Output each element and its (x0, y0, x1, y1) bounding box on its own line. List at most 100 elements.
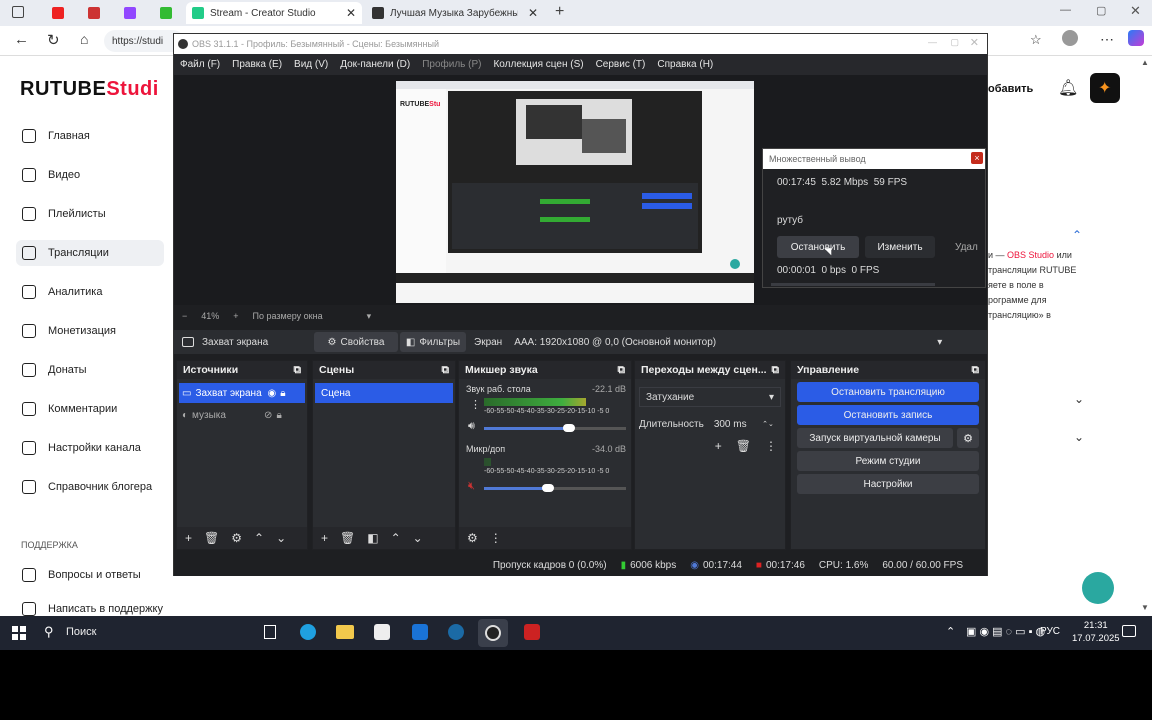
maximize-icon[interactable]: ▢ (950, 37, 959, 48)
trash-icon[interactable]: 🗑︎ (204, 531, 219, 545)
explorer-icon[interactable] (336, 625, 354, 639)
windows-start-icon[interactable] (12, 626, 26, 640)
url-field[interactable]: https://studi (104, 30, 184, 52)
volume-slider-desktop[interactable] (484, 424, 626, 432)
control-button-2[interactable]: Запуск виртуальной камеры (797, 428, 953, 448)
more-vertical-icon[interactable]: ⋮ (470, 398, 481, 411)
filters-button[interactable]: ◧ Фильтры (400, 332, 466, 352)
add-icon[interactable]: + (185, 531, 192, 545)
preview-canvas[interactable]: RUTUBEStu (396, 81, 754, 303)
menu-item-5[interactable]: Коллекция сцен (S) (487, 59, 589, 70)
move-down-icon[interactable]: ⌄ (276, 531, 286, 545)
menu-item-6[interactable]: Сервис (T) (590, 59, 652, 70)
close-icon[interactable]: ✕ (970, 36, 979, 49)
sidebar-item-9[interactable]: Справочник блогера (16, 474, 164, 500)
lock-icon[interactable]: 🔒︎ (276, 410, 281, 421)
back-icon[interactable]: ← (14, 31, 29, 48)
undock-icon[interactable]: ⧉ (294, 364, 302, 377)
sidebar-item-5[interactable]: Монетизация (16, 318, 164, 344)
tab-icon[interactable] (160, 7, 172, 19)
sidebar-item-8[interactable]: Настройки канала (16, 435, 164, 461)
page-scrollbar[interactable]: ▲ ▼ (1141, 58, 1149, 612)
clock[interactable]: 21:31 17.07.2025 (1072, 619, 1120, 645)
edge-icon[interactable] (300, 624, 316, 640)
control-button-1[interactable]: Остановить запись (797, 405, 979, 425)
minimize-icon[interactable]: — (1060, 4, 1071, 16)
edit-output-button[interactable]: Изменить (865, 236, 935, 258)
control-button-4[interactable]: Настройки (797, 474, 979, 494)
menu-item-1[interactable]: Правка (E) (226, 59, 288, 70)
rutube-logo[interactable]: RUTUBEStudi (20, 78, 159, 101)
channel-avatar[interactable]: ✦ (1090, 73, 1120, 103)
bell-icon[interactable]: 🔔︎ (1058, 78, 1078, 98)
virtual-camera-gear-icon[interactable]: ⚙ (957, 428, 979, 448)
tab-stream-creator-studio[interactable]: Stream - Creator Studio ✕ (186, 2, 362, 24)
gear-icon[interactable]: ⚙ (231, 531, 242, 545)
mixer-settings-icon[interactable]: ⚙ (467, 531, 478, 545)
add-icon[interactable]: + (321, 531, 328, 545)
fit-select[interactable]: По размеру окна ▾ (253, 311, 372, 322)
stepper-icon[interactable]: ⌃⌄ (762, 420, 774, 428)
more-vertical-icon[interactable]: ⋮ (490, 531, 502, 545)
zoom-out-button[interactable]: − (182, 311, 187, 321)
obs-taskbar-button[interactable] (478, 619, 508, 647)
more-icon[interactable]: ⋯ (1100, 31, 1114, 48)
close-icon[interactable]: × (971, 152, 983, 164)
tab-music[interactable]: Лучшая Музыка Зарубежные пе ✕ (366, 2, 544, 24)
tray-icons[interactable]: ▣ ◉ ▤ ◌ ▭ ▪ ◍ (966, 625, 1045, 638)
menu-item-0[interactable]: Файл (F) (174, 59, 226, 70)
undock-icon[interactable]: ⧉ (772, 364, 780, 377)
move-down-icon[interactable]: ⌄ (413, 531, 423, 545)
volume-slider-mic[interactable] (484, 484, 626, 492)
menu-item-3[interactable]: Док-панели (D) (334, 59, 416, 70)
close-tab-icon[interactable]: ✕ (528, 6, 538, 20)
menu-item-2[interactable]: Вид (V) (288, 59, 334, 70)
control-button-0[interactable]: Остановить трансляцию (797, 382, 979, 402)
zoom-in-button[interactable]: + (233, 311, 238, 321)
add-icon[interactable]: + (715, 439, 722, 453)
tab-icon[interactable] (88, 7, 100, 19)
steam-icon[interactable] (448, 624, 464, 640)
move-up-icon[interactable]: ⌃ (391, 531, 401, 545)
undock-icon[interactable]: ⧉ (972, 364, 980, 377)
eye-hidden-icon[interactable]: ⊘ (264, 410, 272, 421)
undock-icon[interactable]: ⧉ (442, 364, 450, 377)
add-button[interactable]: обавить (988, 77, 1048, 101)
sidebar-item-2[interactable]: Плейлисты (16, 201, 164, 227)
maximize-icon[interactable]: ▢ (1096, 4, 1106, 17)
dialog-scrollbar[interactable] (771, 283, 935, 286)
chevron-down-icon[interactable]: ⌄ (1074, 392, 1084, 406)
new-tab-icon[interactable]: + (555, 3, 564, 21)
taskbar-search[interactable]: Поиск (66, 626, 96, 638)
transition-select[interactable]: Затухание ▾ (639, 387, 781, 407)
speaker-icon[interactable]: 🔊︎ (468, 420, 475, 433)
duration-input[interactable]: 300 ms ⌃⌄ (709, 415, 778, 433)
tray-chevron-icon[interactable]: ⌃ (946, 625, 955, 638)
source-item-screen[interactable]: ▭ Захват экрана ◉ 🔒︎ (179, 383, 305, 403)
outlook-icon[interactable] (412, 624, 428, 640)
properties-button[interactable]: ⚙ Свойства (314, 332, 398, 352)
sidebar-item-7[interactable]: Комментарии (16, 396, 164, 422)
sidebar-item-3[interactable]: Трансляции (16, 240, 164, 266)
scene-item[interactable]: Сцена (315, 383, 453, 403)
profile-avatar[interactable] (1062, 30, 1078, 46)
youtube-tab-icon[interactable] (52, 7, 64, 19)
filter-icon[interactable]: ◧ (367, 531, 378, 545)
reload-icon[interactable]: ↻ (47, 31, 60, 49)
close-tab-icon[interactable]: ✕ (346, 6, 356, 20)
sidebar-item-1[interactable]: Видео (16, 162, 164, 188)
window-menu-icon[interactable] (12, 6, 24, 18)
copilot-icon[interactable] (1128, 30, 1144, 46)
store-icon[interactable] (374, 624, 390, 640)
lock-icon[interactable]: 🔒︎ (280, 388, 285, 399)
sidebar-item-0[interactable]: Главная (16, 123, 164, 149)
sidebar-item-4[interactable]: Аналитика (16, 279, 164, 305)
favorite-icon[interactable]: ☆ (1030, 32, 1042, 48)
close-window-icon[interactable]: ✕ (1130, 3, 1141, 19)
sidebar-item-6[interactable]: Донаты (16, 357, 164, 383)
chat-support-button[interactable] (1082, 572, 1114, 604)
menu-item-4[interactable]: Профиль (P) (416, 59, 487, 70)
control-button-3[interactable]: Режим студии (797, 451, 979, 471)
undock-icon[interactable]: ⧉ (618, 364, 626, 377)
source-item-music[interactable]: ◐ музыка ⊘ 🔒︎ (179, 405, 305, 425)
